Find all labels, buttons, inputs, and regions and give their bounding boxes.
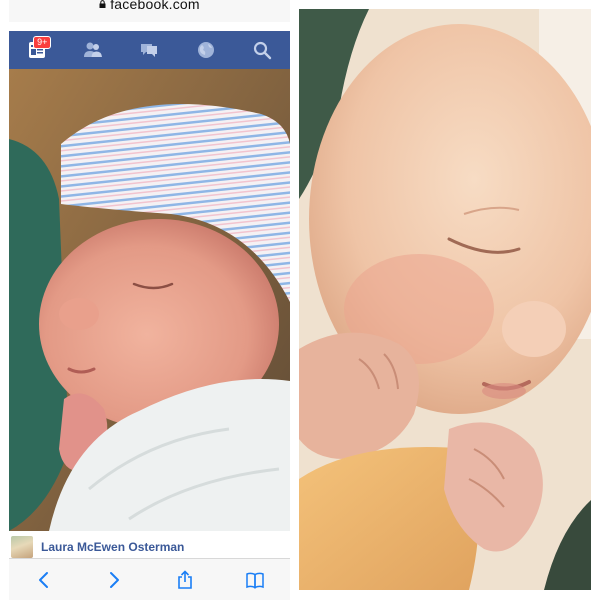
share-icon bbox=[177, 570, 192, 589]
forward-icon bbox=[110, 572, 120, 588]
bookmarks-button[interactable] bbox=[240, 565, 270, 595]
safari-toolbar bbox=[9, 558, 290, 600]
back-button[interactable] bbox=[29, 565, 59, 595]
bookmarks-icon bbox=[246, 572, 264, 589]
back-icon bbox=[39, 572, 49, 588]
browser-url-bar[interactable]: facebook.com bbox=[9, 0, 290, 22]
messages-icon bbox=[141, 44, 158, 57]
url-display[interactable]: facebook.com bbox=[99, 0, 200, 12]
newborn-photo-sleeping bbox=[299, 9, 591, 590]
notification-badge: 9+ bbox=[33, 36, 52, 49]
avatar[interactable] bbox=[11, 536, 33, 558]
post-photo-newborn[interactable] bbox=[9, 69, 290, 531]
post-author-row[interactable]: Laura McEwen Osterman bbox=[9, 536, 290, 558]
search-icon bbox=[253, 41, 272, 60]
nav-messages[interactable] bbox=[135, 36, 163, 64]
friends-icon bbox=[84, 42, 103, 57]
share-button[interactable] bbox=[170, 565, 200, 595]
newborn-photo-hospital-hat bbox=[9, 69, 290, 531]
nav-globe[interactable] bbox=[192, 36, 220, 64]
forward-button[interactable] bbox=[99, 565, 129, 595]
lock-icon bbox=[99, 0, 106, 8]
nav-search[interactable] bbox=[248, 36, 276, 64]
author-name[interactable]: Laura McEwen Osterman bbox=[41, 540, 184, 554]
phone-screenshot: facebook.com 9+ Laura McEwen Osterman bbox=[9, 0, 290, 600]
facebook-nav-bar: 9+ bbox=[9, 31, 290, 69]
newborn-closeup-photo bbox=[299, 9, 591, 590]
globe-icon bbox=[197, 42, 214, 58]
nav-newsfeed[interactable]: 9+ bbox=[23, 36, 52, 64]
nav-friends[interactable] bbox=[79, 36, 107, 64]
url-domain: facebook.com bbox=[110, 0, 200, 12]
